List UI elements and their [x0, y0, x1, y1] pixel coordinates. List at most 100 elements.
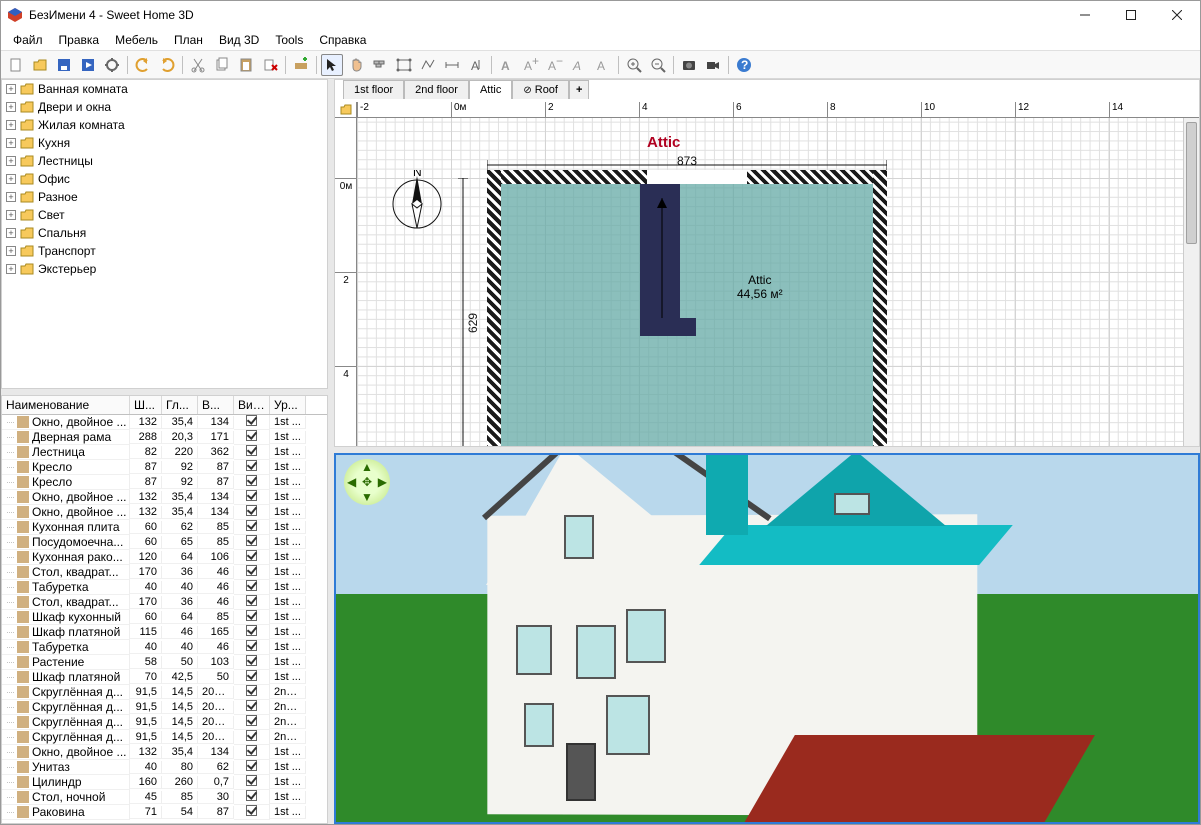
- create-video-button[interactable]: [702, 54, 724, 76]
- room-attic[interactable]: [501, 184, 873, 446]
- item-visible[interactable]: [234, 775, 270, 790]
- expand-icon[interactable]: +: [6, 102, 16, 112]
- table-row[interactable]: ····Скруглённая д...91,514,5208,52nd ...: [2, 730, 327, 745]
- item-visible[interactable]: [234, 790, 270, 805]
- save-and-run-button[interactable]: [77, 54, 99, 76]
- catalog-category[interactable]: + Транспорт: [2, 242, 327, 260]
- menu-tools[interactable]: Tools: [267, 31, 311, 49]
- catalog-category[interactable]: + Лестницы: [2, 152, 327, 170]
- item-visible[interactable]: [234, 445, 270, 460]
- add-level-button[interactable]: +: [569, 80, 589, 99]
- level-tab[interactable]: ⊘Roof: [512, 80, 569, 99]
- column-header[interactable]: Наименование: [2, 396, 130, 414]
- table-row[interactable]: ····Растение58501031st ...: [2, 655, 327, 670]
- level-tab[interactable]: Attic: [469, 80, 512, 99]
- cut-button[interactable]: [187, 54, 209, 76]
- plan-canvas[interactable]: Attic 873 629: [357, 118, 1199, 446]
- table-row[interactable]: ····Шкаф платяной115461651st ...: [2, 625, 327, 640]
- new-file-button[interactable]: [5, 54, 27, 76]
- expand-icon[interactable]: +: [6, 156, 16, 166]
- column-header[interactable]: Вид...: [234, 396, 270, 414]
- item-visible[interactable]: [234, 640, 270, 655]
- zoom-in-button[interactable]: [623, 54, 645, 76]
- table-row[interactable]: ····Табуретка4040461st ...: [2, 580, 327, 595]
- paste-button[interactable]: [235, 54, 257, 76]
- item-visible[interactable]: [234, 715, 270, 730]
- nav-right-icon[interactable]: ▶: [375, 474, 390, 489]
- item-visible[interactable]: [234, 550, 270, 565]
- add-furniture-button[interactable]: [290, 54, 312, 76]
- nav-up-icon[interactable]: ▲: [359, 459, 374, 474]
- item-visible[interactable]: [234, 565, 270, 580]
- table-row[interactable]: ····Табуретка4040461st ...: [2, 640, 327, 655]
- expand-icon[interactable]: +: [6, 228, 16, 238]
- catalog-category[interactable]: + Двери и окна: [2, 98, 327, 116]
- table-row[interactable]: ····Кресло8792871st ...: [2, 475, 327, 490]
- open-file-button[interactable]: [29, 54, 51, 76]
- create-rooms-tool[interactable]: [393, 54, 415, 76]
- table-row[interactable]: ····Окно, двойное ...13235,41341st ...: [2, 490, 327, 505]
- create-polyline-tool[interactable]: [417, 54, 439, 76]
- table-row[interactable]: ····Цилиндр1602600,71st ...: [2, 775, 327, 790]
- item-visible[interactable]: [234, 430, 270, 445]
- item-visible[interactable]: [234, 670, 270, 685]
- column-header[interactable]: В...: [198, 396, 234, 414]
- item-visible[interactable]: [234, 625, 270, 640]
- table-row[interactable]: ····Стол, ночной4585301st ...: [2, 790, 327, 805]
- expand-icon[interactable]: +: [6, 210, 16, 220]
- column-header[interactable]: Гл...: [162, 396, 198, 414]
- navigation-pad[interactable]: ▲ ◀✥▶ ▼: [344, 459, 390, 505]
- plan-scrollbar[interactable]: [1183, 102, 1199, 446]
- furniture-catalog-tree[interactable]: + Ванная комната+ Двери и окна+ Жилая ко…: [1, 79, 328, 389]
- table-row[interactable]: ····Шкаф платяной7042,5501st ...: [2, 670, 327, 685]
- item-visible[interactable]: [234, 805, 270, 820]
- select-tool[interactable]: [321, 54, 343, 76]
- table-row[interactable]: ····Лестница822203621st ...: [2, 445, 327, 460]
- expand-icon[interactable]: +: [6, 174, 16, 184]
- redo-button[interactable]: [156, 54, 178, 76]
- item-visible[interactable]: [234, 535, 270, 550]
- table-row[interactable]: ····Кресло8792871st ...: [2, 460, 327, 475]
- catalog-category[interactable]: + Ванная комната: [2, 80, 327, 98]
- table-row[interactable]: ····Унитаз4080621st ...: [2, 760, 327, 775]
- item-visible[interactable]: [234, 460, 270, 475]
- item-visible[interactable]: [234, 685, 270, 700]
- item-visible[interactable]: [234, 490, 270, 505]
- maximize-button[interactable]: [1108, 1, 1154, 29]
- expand-icon[interactable]: +: [6, 264, 16, 274]
- furniture-list-table[interactable]: НаименованиеШ...Гл...В...Вид...Ур... ···…: [1, 395, 328, 824]
- item-visible[interactable]: [234, 730, 270, 745]
- expand-icon[interactable]: +: [6, 246, 16, 256]
- text-bold-button[interactable]: A: [496, 54, 518, 76]
- menu-файл[interactable]: Файл: [5, 31, 51, 49]
- level-tab[interactable]: 2nd floor: [404, 80, 469, 99]
- delete-button[interactable]: [259, 54, 281, 76]
- help-button[interactable]: ?: [733, 54, 755, 76]
- table-row[interactable]: ····Кухонная плита6062851st ...: [2, 520, 327, 535]
- expand-icon[interactable]: +: [6, 120, 16, 130]
- level-tab[interactable]: 1st floor: [343, 80, 404, 99]
- undo-button[interactable]: [132, 54, 154, 76]
- menu-справка[interactable]: Справка: [311, 31, 374, 49]
- menu-план[interactable]: План: [166, 31, 211, 49]
- item-visible[interactable]: [234, 415, 270, 430]
- table-row[interactable]: ····Окно, двойное ...13235,41341st ...: [2, 505, 327, 520]
- catalog-category[interactable]: + Экстерьер: [2, 260, 327, 278]
- save-button[interactable]: [53, 54, 75, 76]
- item-visible[interactable]: [234, 595, 270, 610]
- table-row[interactable]: ····Кухонная рако...120641061st ...: [2, 550, 327, 565]
- table-row[interactable]: ····Шкаф кухонный6064851st ...: [2, 610, 327, 625]
- item-visible[interactable]: [234, 745, 270, 760]
- table-row[interactable]: ····Скруглённая д...91,514,5208,52nd ...: [2, 715, 327, 730]
- item-visible[interactable]: [234, 610, 270, 625]
- create-dimensions-tool[interactable]: [441, 54, 463, 76]
- column-header[interactable]: Ш...: [130, 396, 162, 414]
- catalog-category[interactable]: + Офис: [2, 170, 327, 188]
- create-photo-button[interactable]: [678, 54, 700, 76]
- create-text-tool[interactable]: A: [465, 54, 487, 76]
- minimize-button[interactable]: [1062, 1, 1108, 29]
- expand-icon[interactable]: +: [6, 192, 16, 202]
- catalog-category[interactable]: + Жилая комната: [2, 116, 327, 134]
- text-increase-button[interactable]: A+: [520, 54, 542, 76]
- item-visible[interactable]: [234, 700, 270, 715]
